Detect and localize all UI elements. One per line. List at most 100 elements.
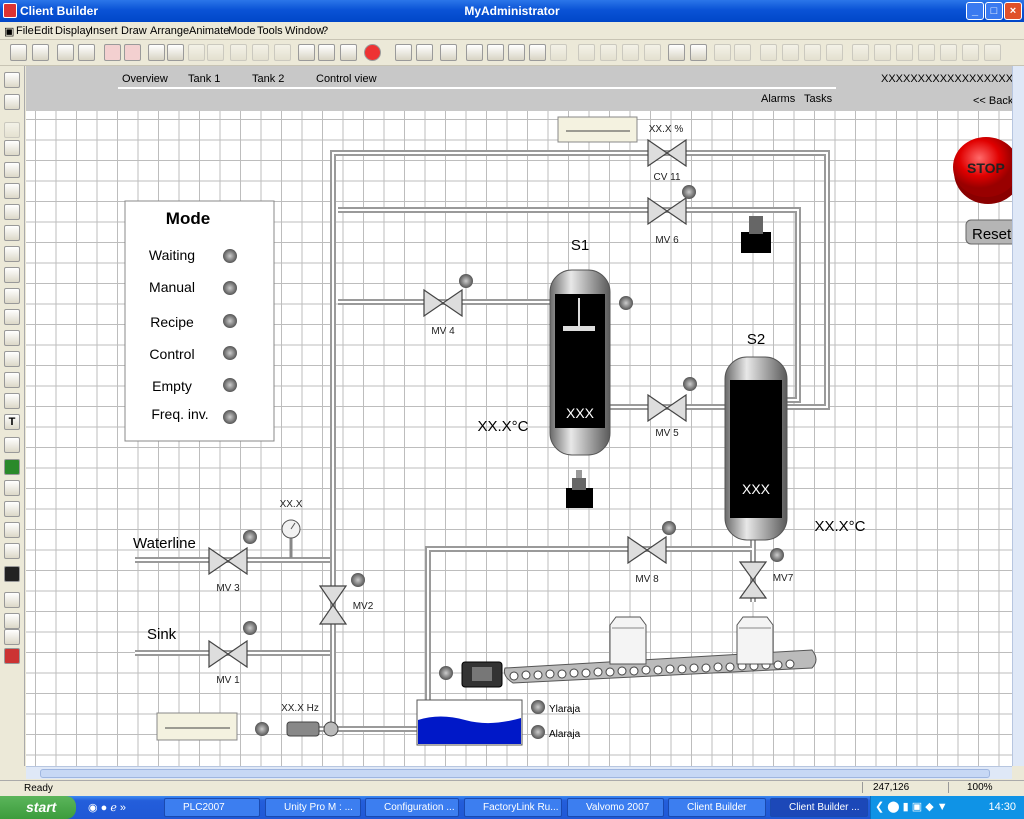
- drawing-canvas[interactable]: [26, 66, 1012, 766]
- polygon-tool-icon[interactable]: [4, 330, 20, 346]
- copy-icon[interactable]: [252, 44, 269, 61]
- zoom-area-icon[interactable]: [529, 44, 546, 61]
- align-middle-icon[interactable]: [940, 44, 957, 61]
- horizontal-scroll-thumb[interactable]: [40, 769, 990, 778]
- properties-icon[interactable]: [340, 44, 357, 61]
- arc-tool-icon[interactable]: [4, 267, 20, 283]
- runtime-icon[interactable]: [298, 44, 315, 61]
- align-top-icon[interactable]: [918, 44, 935, 61]
- animate-color-icon[interactable]: [416, 44, 433, 61]
- menu-file[interactable]: File: [16, 25, 34, 37]
- redo-icon[interactable]: [207, 44, 224, 61]
- conveyor-motor[interactable]: [461, 661, 503, 688]
- new-icon[interactable]: [10, 44, 27, 61]
- nav-tank1[interactable]: Tank 1: [188, 73, 220, 85]
- closed-curve-tool-icon[interactable]: [4, 393, 20, 409]
- cut-icon[interactable]: [230, 44, 247, 61]
- curve-tool-icon[interactable]: [4, 372, 20, 388]
- feed-pump[interactable]: [286, 721, 339, 737]
- space-evenly-icon[interactable]: [984, 44, 1001, 61]
- tank-s2[interactable]: [724, 356, 788, 541]
- info-icon[interactable]: [4, 122, 20, 138]
- menu-window[interactable]: Window: [285, 25, 324, 37]
- list-tool-icon[interactable]: [4, 613, 20, 629]
- align-center-icon[interactable]: [874, 44, 891, 61]
- task-client-builder-1[interactable]: Client Builder: [668, 798, 766, 817]
- nav-tasks[interactable]: Tasks: [804, 93, 833, 105]
- forward-icon[interactable]: [804, 44, 821, 61]
- stop-run-icon[interactable]: [364, 44, 381, 61]
- minimize-button[interactable]: _: [966, 2, 984, 20]
- task-factorylink[interactable]: FactoryLink Ru...: [464, 798, 562, 817]
- bitmap-tool-icon[interactable]: [4, 459, 20, 475]
- paste-icon[interactable]: [274, 44, 291, 61]
- nav-overview[interactable]: Overview: [122, 73, 168, 85]
- text-tool-icon[interactable]: T: [4, 414, 20, 430]
- nav-back[interactable]: << Back: [973, 95, 1014, 107]
- menu-edit[interactable]: Edit: [34, 25, 53, 37]
- start-button[interactable]: start: [0, 796, 76, 819]
- zoom-out-icon[interactable]: [487, 44, 504, 61]
- undo-icon[interactable]: [188, 44, 205, 61]
- save-all-icon[interactable]: [78, 44, 95, 61]
- quicklaunch-icons[interactable]: ◉ ● ℯ »: [88, 801, 126, 814]
- ellipse-tool-icon[interactable]: [4, 246, 20, 262]
- button-tool-icon[interactable]: [4, 437, 20, 453]
- symbol-icon[interactable]: [440, 44, 457, 61]
- bring-front-icon[interactable]: [760, 44, 777, 61]
- open-icon[interactable]: [32, 44, 49, 61]
- freq-setpoint-slider[interactable]: [156, 712, 238, 741]
- circle-tool-icon[interactable]: [4, 225, 20, 241]
- send-back-icon[interactable]: [782, 44, 799, 61]
- grid-icon[interactable]: [668, 44, 685, 61]
- buffer-tank[interactable]: [416, 699, 523, 746]
- task-configuration[interactable]: Configuration ...: [365, 798, 459, 817]
- menu-animate[interactable]: Animate: [189, 25, 229, 37]
- delete-all-icon[interactable]: [124, 44, 141, 61]
- rectangle-tool-icon[interactable]: [4, 183, 20, 199]
- ole-tool-icon[interactable]: [4, 543, 20, 559]
- group-icon[interactable]: [578, 44, 595, 61]
- color-tool-icon[interactable]: [4, 648, 20, 664]
- vertical-scrollbar[interactable]: [1012, 66, 1024, 766]
- menu-help[interactable]: ?: [322, 25, 328, 37]
- window-icon[interactable]: [318, 44, 335, 61]
- menu-mode[interactable]: Mode: [228, 25, 256, 37]
- menu-draw[interactable]: Draw: [121, 25, 147, 37]
- print-icon[interactable]: [167, 44, 184, 61]
- menu-arrange[interactable]: Arrange: [150, 25, 189, 37]
- task-unity-pro[interactable]: Unity Pro M : ...: [265, 798, 361, 817]
- align-left-icon[interactable]: [852, 44, 869, 61]
- maximize-button[interactable]: □: [985, 2, 1003, 20]
- scissors-tool-icon[interactable]: [4, 501, 20, 517]
- chord-tool-icon[interactable]: [4, 309, 20, 325]
- lock-icon[interactable]: [622, 44, 639, 61]
- tray-icons[interactable]: ❮ ⬤ ▮ ▣ ◆ ▼: [875, 800, 948, 813]
- snap-grid-icon[interactable]: [690, 44, 707, 61]
- cv11-setpoint-slider[interactable]: [557, 116, 638, 143]
- rotate-icon[interactable]: [4, 94, 20, 110]
- flip-vertical-icon[interactable]: [734, 44, 751, 61]
- menu-insert[interactable]: Insert: [90, 25, 118, 37]
- backward-icon[interactable]: [826, 44, 843, 61]
- unlock-icon[interactable]: [644, 44, 661, 61]
- trend-tool-icon[interactable]: [4, 566, 20, 582]
- task-valvomo[interactable]: Valvomo 2007: [567, 798, 664, 817]
- align-bottom-icon[interactable]: [962, 44, 979, 61]
- pie-tool-icon[interactable]: [4, 288, 20, 304]
- task-client-builder-2[interactable]: Client Builder ...: [770, 798, 868, 817]
- select-arrow-icon[interactable]: [4, 72, 20, 88]
- zoom-fit-icon[interactable]: [508, 44, 525, 61]
- save-icon[interactable]: [57, 44, 74, 61]
- menu-display[interactable]: Display: [55, 25, 91, 37]
- print-preview-icon[interactable]: [148, 44, 165, 61]
- alarm-tool-icon[interactable]: [4, 592, 20, 608]
- delete-icon[interactable]: [104, 44, 121, 61]
- animate-icon[interactable]: [395, 44, 412, 61]
- align-right-icon[interactable]: [896, 44, 913, 61]
- rounded-rect-tool-icon[interactable]: [4, 204, 20, 220]
- menu-doc-icon[interactable]: ▣: [4, 25, 14, 38]
- nav-control-view[interactable]: Control view: [316, 73, 377, 85]
- zoom-in-icon[interactable]: [466, 44, 483, 61]
- nav-tank2[interactable]: Tank 2: [252, 73, 284, 85]
